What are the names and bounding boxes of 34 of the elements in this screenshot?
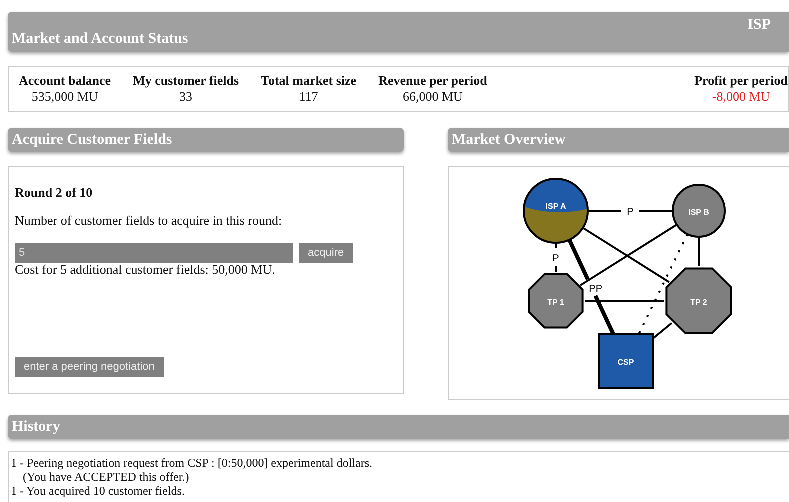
stat-value: 66,000 MU (402, 89, 464, 105)
connector-label: P (627, 207, 634, 218)
network-node[interactable]: ISP B (672, 184, 726, 238)
player-name: ISP (748, 17, 771, 34)
stat-value: -8,000 MU (711, 89, 772, 105)
history-entry: 1 - You acquired 10 customer fields. (11, 484, 186, 498)
stat-value: 535,000 MU (30, 89, 100, 105)
stat-label: Account balance (19, 73, 112, 89)
round-label: Round 2 of 10 (15, 185, 93, 201)
stat-label: My customer fields (133, 73, 239, 89)
stat-value: 33 (178, 89, 194, 105)
history-note: (You have ACCEPTED this offer.) (22, 470, 190, 484)
stat-label: Revenue per period (378, 73, 488, 89)
amount-field[interactable]: 5 (15, 243, 293, 263)
stat-value: 117 (298, 89, 320, 105)
network-node[interactable]: ISP A (523, 178, 589, 244)
connector-label: PP (589, 284, 603, 295)
section-title: Acquire Customer Fields (12, 132, 172, 148)
section-title: History (12, 418, 60, 436)
section-title: Market and Account Status (12, 31, 188, 48)
connector-label: P (552, 254, 560, 264)
cost-text: Cost for 5 additional customer fields: 50,000 MU. (15, 263, 276, 277)
stat-label: Profit per period (694, 73, 788, 89)
network-node[interactable]: TP 2 (666, 268, 732, 334)
section-title: Market Overview (452, 132, 566, 148)
peering-button[interactable]: enter a peering negotiation (15, 357, 164, 377)
network-node[interactable]: CSP (598, 333, 654, 389)
connector-line (555, 243, 557, 272)
stat-label: Total market size (261, 73, 357, 89)
network-node[interactable]: TP 1 (528, 273, 584, 329)
prompt-text: Number of customer fields to acquire in this round: (15, 213, 282, 229)
history-entry: 1 - Peering negotiation request from CSP : [0:50,000] experimental dollars. (11, 456, 374, 470)
connector-line (698, 237, 700, 266)
acquire-button[interactable]: acquire (299, 243, 354, 263)
